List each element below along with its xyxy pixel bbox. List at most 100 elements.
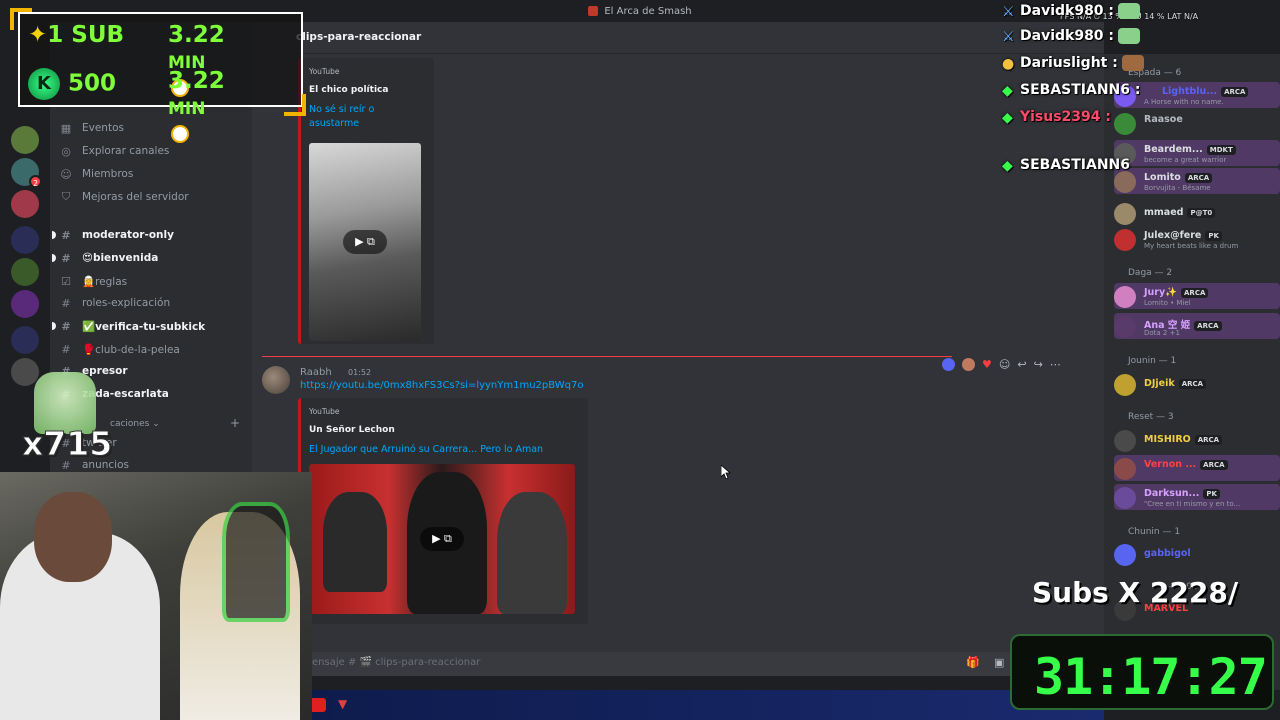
channel-title: clips-para-reaccionar [296, 31, 422, 43]
emote-icon [1118, 3, 1141, 19]
channel-item[interactable]: # roles-explicación [58, 292, 244, 314]
new-messages-divider [262, 356, 952, 357]
avatar[interactable] [262, 366, 290, 394]
server-icon[interactable] [11, 190, 39, 218]
chat-line: ◆ Yisus2394 : [1002, 109, 1112, 126]
channel-item[interactable]: ☑ 🧝reglas [58, 270, 244, 292]
reply-icon[interactable]: ↩ [1017, 358, 1026, 371]
member-status: Lomito • Miel [1144, 299, 1191, 307]
embed-author[interactable]: El chico política [309, 85, 388, 95]
member-name: Raasoe [1144, 114, 1183, 125]
channel-item[interactable]: # 🥊club-de-la-pelea [58, 338, 244, 360]
hash-icon: # [61, 342, 71, 356]
thumbnail-person [323, 492, 387, 592]
member-status: Dota 2 +1 [1144, 329, 1180, 337]
member-item[interactable]: Julex@fere PK My heart beats like a drum [1114, 226, 1280, 252]
frame-corner [284, 94, 306, 116]
play-icon[interactable]: ▶ ⧉ [343, 230, 387, 254]
channel-item[interactable]: # 😍bienvenida [52, 247, 244, 269]
embed-provider: YouTube [309, 407, 340, 416]
channel-item[interactable]: # moderator-only [52, 224, 244, 246]
mouse-cursor-icon [721, 465, 731, 479]
avatar [1114, 229, 1136, 251]
member-item[interactable]: Jury✨ ARCA Lomito • Miel [1114, 283, 1280, 309]
composer-placeholder: ensaje # 🎬 clips-para-reaccionar [312, 657, 481, 668]
message-list: YouTube El chico política No sé si reír … [252, 54, 1104, 658]
reaction-icon[interactable] [942, 357, 955, 371]
category-header[interactable]: caciones ⌄ [110, 419, 160, 429]
play-icon[interactable]: ▶ ⧉ [420, 527, 464, 551]
diamond-icon: ◆ [1002, 158, 1013, 174]
folder-icon[interactable] [11, 326, 39, 354]
avatar [1114, 430, 1136, 452]
stream-chat-overlay: ⚔ Davidk980 : ⚔ Davidk980 : ● Dariuslight :… [1002, 0, 1144, 180]
heart-icon[interactable]: ♥ [982, 358, 992, 371]
avatar [1114, 203, 1136, 225]
reaction-icon[interactable] [962, 357, 975, 371]
member-status: Borvujita - Bésame [1144, 184, 1211, 192]
server-icon[interactable] [11, 358, 39, 386]
chat-line: ⚔ Davidk980 : [1002, 0, 1141, 22]
member-name: Darksun... PK [1144, 488, 1220, 499]
member-item[interactable]: Darksun... PK "Cree en ti mismo y en to... [1114, 484, 1280, 510]
channel-label: epresor [82, 365, 128, 377]
compass-icon: ◎ [61, 144, 71, 158]
member-name: Jury✨ ARCA [1144, 287, 1209, 298]
member-item[interactable]: MISHIRO ARCA [1114, 427, 1280, 453]
more-icon[interactable]: ⋯ [1050, 358, 1061, 371]
emote-icon [1121, 55, 1144, 71]
chat-line: ◆ SEBASTIANN6 : [1002, 82, 1141, 99]
embed-title-link[interactable]: El Jugador que Arruinó su Carrera... Per… [309, 443, 543, 457]
channel-label: 🧝reglas [82, 275, 128, 288]
message-author[interactable]: Raabh [300, 367, 332, 378]
member-item[interactable]: gabbigol [1114, 541, 1280, 567]
message-link[interactable]: https://youtu.be/0mx8hxFS3Cs?si=lyynYm1m… [300, 380, 584, 391]
server-icon[interactable] [11, 126, 39, 154]
avatar [1114, 316, 1136, 338]
channel-item[interactable]: # ✅verifica-tu-subkick [52, 315, 244, 337]
hash-icon: # [61, 319, 71, 333]
embed-provider: YouTube [309, 67, 340, 76]
server-icon[interactable] [11, 290, 39, 318]
message-toolbar: ♥ ☺ ↩ ↪ ⋯ [942, 354, 1061, 374]
app-icon[interactable]: ▼ [338, 697, 347, 711]
mention-badge: 2 [29, 175, 42, 188]
unread-dot [52, 254, 56, 262]
member-item[interactable]: Vernon ... ARCA [1114, 455, 1280, 481]
video-embed: YouTube Un Señor Lechon El Jugador que A… [298, 398, 588, 624]
server-icon[interactable]: 2 [11, 158, 42, 188]
gift-icon[interactable]: 🎁 [966, 656, 980, 669]
member-item[interactable]: mmaed P@T0 [1114, 200, 1280, 226]
member-item[interactable]: DJjeik ARCA [1114, 371, 1280, 397]
video-thumbnail[interactable]: ▶ ⧉ [309, 143, 421, 341]
taskbar: ▼ [252, 690, 1104, 720]
embed-title-link[interactable]: No sé si reír o asustarme [309, 103, 419, 131]
frame-corner [10, 8, 32, 30]
member-name: Beardem... MDKT [1144, 144, 1236, 155]
message-composer[interactable]: ensaje # 🎬 clips-para-reaccionar 🎁 ▣ [252, 652, 1104, 676]
youtube-app-icon[interactable] [310, 698, 326, 712]
video-thumbnail[interactable]: ▶ ⧉ [309, 464, 575, 614]
calendar-icon: ▦ [60, 121, 72, 135]
member-item[interactable]: Ana 空 姫 ARCA Dota 2 +1 [1114, 313, 1280, 339]
member-group-header: Chunin — 1 [1128, 527, 1181, 537]
folder-icon[interactable] [11, 226, 39, 254]
sticker-icon[interactable]: ▣ [994, 656, 1004, 669]
embed-author[interactable]: Un Señor Lechon [309, 425, 395, 435]
channel-item[interactable]: ⛉ Mejoras del servidor [58, 186, 244, 208]
channel-header: clips-para-reaccionar [252, 22, 1104, 54]
server-icon[interactable] [11, 258, 39, 286]
timer-value: 31:17:27 [1034, 648, 1268, 706]
forward-icon[interactable]: ↪ [1034, 358, 1043, 371]
avatar [1114, 458, 1136, 480]
channel-label: 🥊club-de-la-pelea [82, 343, 180, 356]
add-reaction-icon[interactable]: ☺ [999, 358, 1010, 371]
channel-item[interactable]: ☺ Miembros [58, 163, 244, 185]
hash-icon: # [61, 228, 71, 242]
member-status: A Horse with no name. [1144, 98, 1224, 106]
gaming-chair [222, 502, 290, 622]
channel-label: 😍bienvenida [82, 252, 159, 264]
avatar [1114, 544, 1136, 566]
hash-icon: # [61, 296, 71, 310]
add-channel-button[interactable]: + [230, 416, 240, 430]
